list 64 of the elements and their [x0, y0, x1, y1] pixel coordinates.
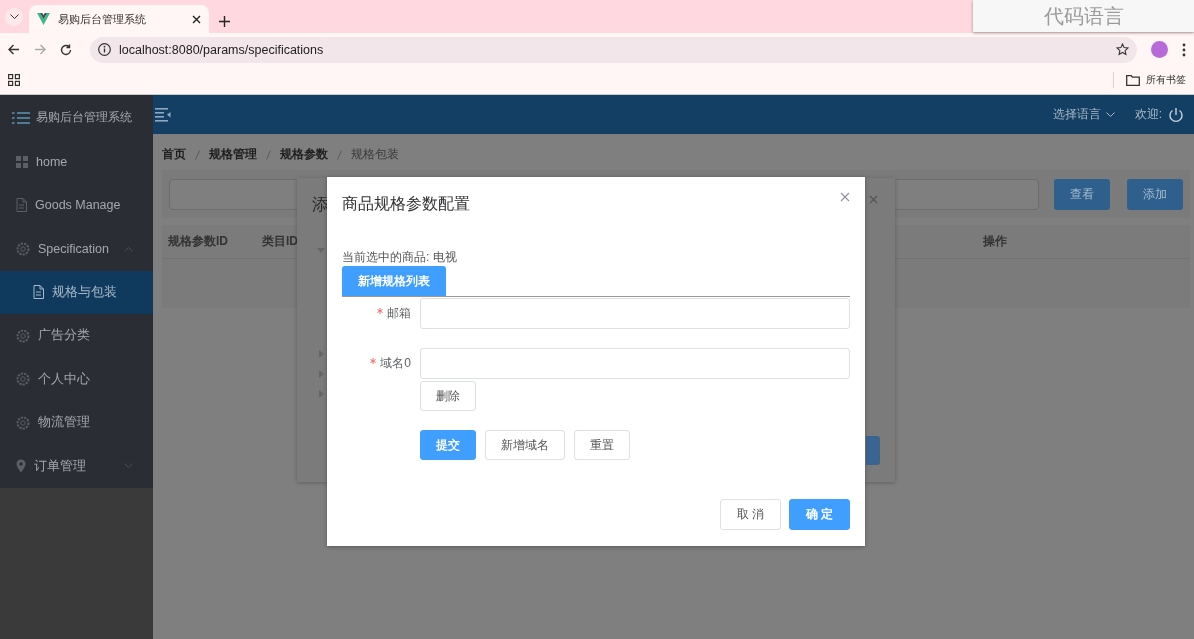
profile-avatar[interactable]: [1151, 41, 1168, 58]
input-field[interactable]: [420, 298, 850, 329]
field-label: 邮箱: [387, 304, 411, 322]
new-tab-icon[interactable]: [219, 16, 230, 27]
back-arrow-icon[interactable]: [8, 44, 20, 55]
breadcrumb-item[interactable]: 首页: [162, 146, 186, 163]
address-bar[interactable]: localhost:8080/params/specifications: [90, 36, 1137, 63]
slash-separator-icon: [195, 149, 200, 160]
chevron-down-icon: [1105, 111, 1115, 118]
sidebar-item[interactable]: home: [0, 140, 153, 184]
power-icon[interactable]: [1168, 106, 1184, 123]
star-icon[interactable]: [1116, 43, 1129, 56]
dialog-title: 商品规格参数配置: [342, 194, 470, 214]
chevron-down-icon: [9, 14, 19, 20]
close-icon[interactable]: [192, 14, 201, 24]
breadcrumb-item: 规格包装: [351, 146, 399, 163]
form-button[interactable]: 重置: [574, 430, 630, 460]
column-header: 规格参数ID: [168, 233, 229, 250]
form-button[interactable]: 新增域名: [485, 430, 565, 460]
sidebar-item[interactable]: Specification: [0, 227, 153, 271]
sidebar-item[interactable]: 物流管理: [0, 401, 153, 445]
gear-icon: [16, 328, 30, 343]
column-header: 类目ID: [262, 233, 299, 250]
folder-icon: [1126, 74, 1140, 86]
delete-button[interactable]: 删除: [420, 381, 476, 411]
info-icon: [98, 43, 111, 56]
bookmarks-folder[interactable]: 所有书签: [1126, 73, 1186, 87]
selected-product-text: 当前选中的商品: 电视: [342, 249, 458, 266]
app-title: 易购后台管理系统: [36, 109, 132, 126]
form-button[interactable]: 取 消: [719, 499, 781, 530]
list-icon: [12, 110, 30, 125]
breadcrumb-item[interactable]: 规格参数: [280, 146, 328, 163]
action-button[interactable]: 查看: [1054, 178, 1110, 210]
sidebar-item[interactable]: 广告分类: [0, 314, 153, 358]
breadcrumb-item[interactable]: 规格管理: [209, 146, 257, 163]
dialog-title: 添: [312, 194, 329, 216]
sidebar-item[interactable]: 个人中心: [0, 357, 153, 401]
location-pin-icon: [16, 459, 26, 474]
language-dropdown[interactable]: 选择语言: [1052, 106, 1115, 123]
document-icon: [16, 198, 27, 213]
reload-icon[interactable]: [60, 43, 72, 56]
gear-icon: [16, 241, 30, 256]
action-button[interactable]: 添加: [1127, 178, 1183, 210]
more-menu-icon[interactable]: [1182, 42, 1186, 57]
slash-separator-icon: [266, 149, 271, 160]
gear-icon: [16, 372, 30, 387]
overlay-label: 代码语言: [973, 0, 1194, 32]
input-field[interactable]: [420, 348, 850, 379]
gear-icon: [16, 415, 30, 430]
sidebar-item[interactable]: 订单管理: [0, 444, 153, 488]
vue-logo-icon: [37, 13, 50, 25]
tab-list-button[interactable]: [5, 8, 23, 26]
apps-grid-icon[interactable]: [8, 74, 20, 86]
welcome-text: 欢迎:: [1134, 106, 1162, 123]
document-icon: [33, 285, 44, 300]
forward-arrow-icon[interactable]: [34, 44, 46, 55]
sidebar-item[interactable]: Goods Manage: [0, 183, 153, 227]
grid-icon: [16, 155, 28, 168]
sidebar-item[interactable]: 规格与包装: [0, 270, 153, 314]
slash-separator-icon: [337, 149, 342, 160]
browser-tab[interactable]: 易购后台管理系统: [29, 5, 209, 33]
collapse-menu-icon[interactable]: [155, 107, 171, 122]
field-label: 域名0: [380, 354, 411, 372]
column-header: 操作: [983, 233, 1008, 250]
